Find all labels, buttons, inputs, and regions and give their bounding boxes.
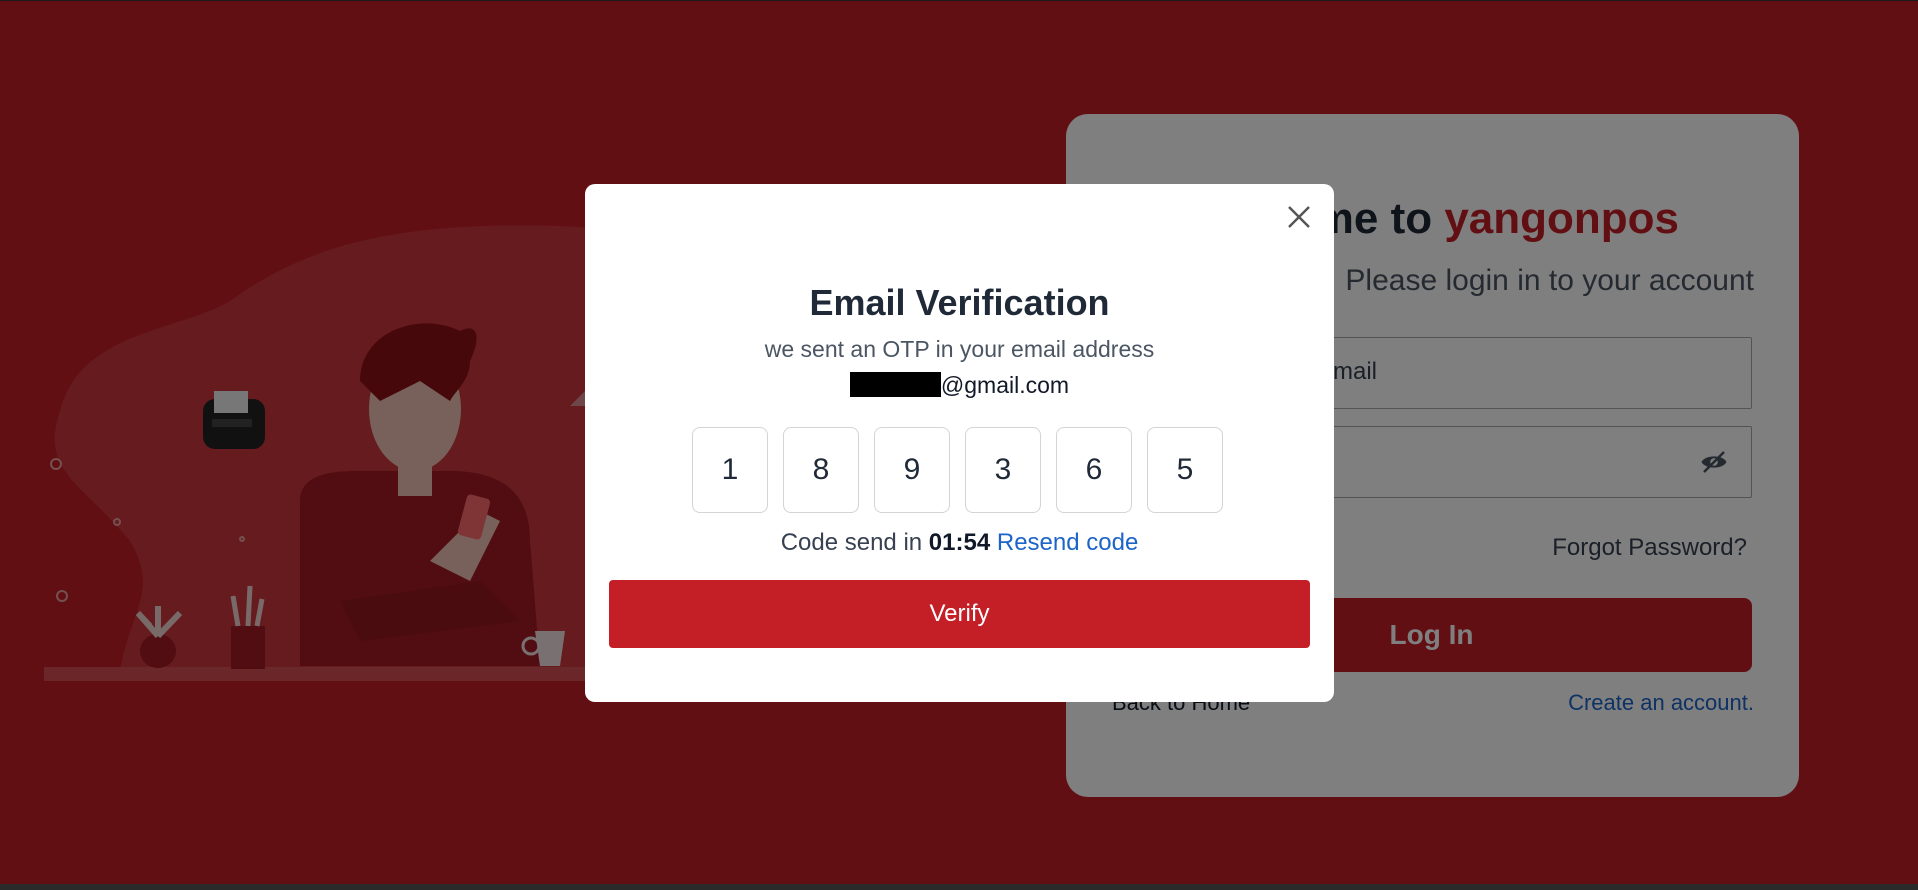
masked-email: @gmail.com [585, 372, 1334, 399]
otp-digit-input[interactable]: 1 [692, 427, 768, 513]
otp-sent-message: we sent an OTP in your email address [764, 336, 1155, 362]
resend-prefix: Code send in [780, 529, 923, 556]
email-verification-modal: Email Verification we sent an OTP in you… [585, 184, 1334, 702]
otp-digit-input[interactable]: 9 [874, 427, 950, 513]
close-icon[interactable] [1284, 202, 1314, 232]
otp-digit-input[interactable]: 8 [783, 427, 859, 513]
login-page: Welcome to yangonpos Please login in to … [0, 1, 1918, 884]
modal-title: Email Verification [809, 282, 1110, 323]
resend-code-link[interactable]: Resend code [997, 529, 1138, 556]
otp-digit-input[interactable]: 3 [965, 427, 1041, 513]
otp-digit-input[interactable]: 5 [1147, 427, 1223, 513]
otp-digit-input[interactable]: 6 [1056, 427, 1132, 513]
verify-button[interactable]: Verify [609, 580, 1310, 648]
resend-row: Code send in 01:54 Resend code [585, 529, 1334, 557]
email-redaction [849, 372, 941, 397]
countdown-timer: 01:54 [928, 529, 991, 556]
email-suffix: @gmail.com [940, 372, 1070, 398]
bottom-edge-bar [0, 884, 1918, 890]
otp-input-group: 1 8 9 3 6 5 [692, 427, 1223, 513]
